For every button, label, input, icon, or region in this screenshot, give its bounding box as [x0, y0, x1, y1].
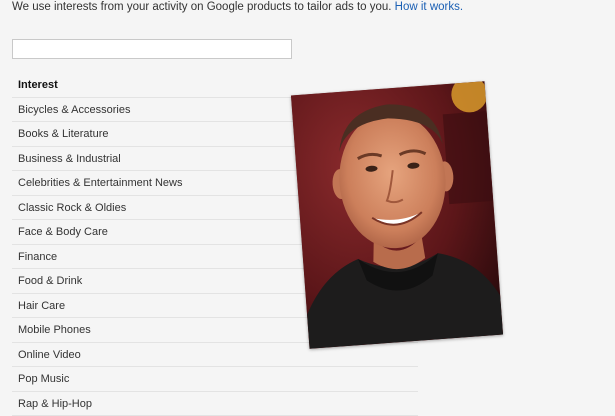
portrait-photo — [291, 81, 503, 349]
search-input[interactable] — [12, 39, 292, 59]
interest-row: Online Video — [12, 343, 418, 368]
intro-message: We use interests from your activity on G… — [12, 1, 391, 13]
interest-row: Rap & Hip-Hop — [12, 392, 418, 416]
interest-row: Pop Music — [12, 367, 418, 392]
how-it-works-link[interactable]: How it works. — [395, 1, 463, 13]
portrait-image — [291, 81, 503, 349]
intro-text: We use interests from your activity on G… — [12, 1, 463, 13]
